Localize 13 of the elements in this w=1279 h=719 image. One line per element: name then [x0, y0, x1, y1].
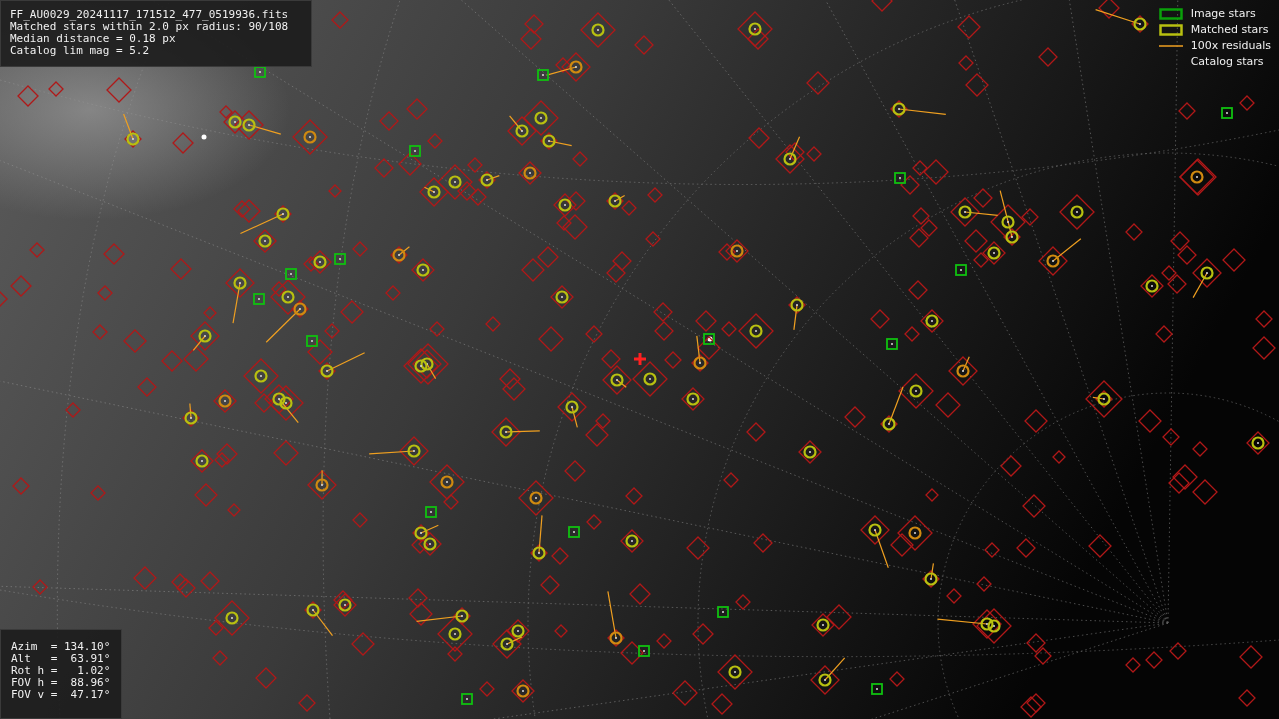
info-text: Matched stars within 2.0 px radius: 90/108 [10, 21, 290, 33]
info-text: Median distance = 0.18 px [10, 33, 177, 45]
pointing-text: Alt = 63.91° [11, 653, 111, 665]
info-text: Catalog lim mag = 5.2 [10, 45, 151, 57]
legend-label: 100x residuals [1190, 37, 1271, 54]
pointing-text: Rot h = 1.02° [11, 665, 111, 677]
legend-label: Matched stars [1190, 21, 1269, 38]
pointing-text: FOV h = 88.96° [11, 677, 111, 689]
legend-label: Catalog stars [1190, 53, 1264, 70]
pointing-text: FOV v = 47.17° [11, 689, 111, 701]
info-text: FF_AU0029_20241117_171512_477_0519936.fits [10, 9, 290, 21]
pointing-text: Azim = 134.10° [11, 641, 111, 653]
legend-label: Image stars [1190, 5, 1256, 22]
